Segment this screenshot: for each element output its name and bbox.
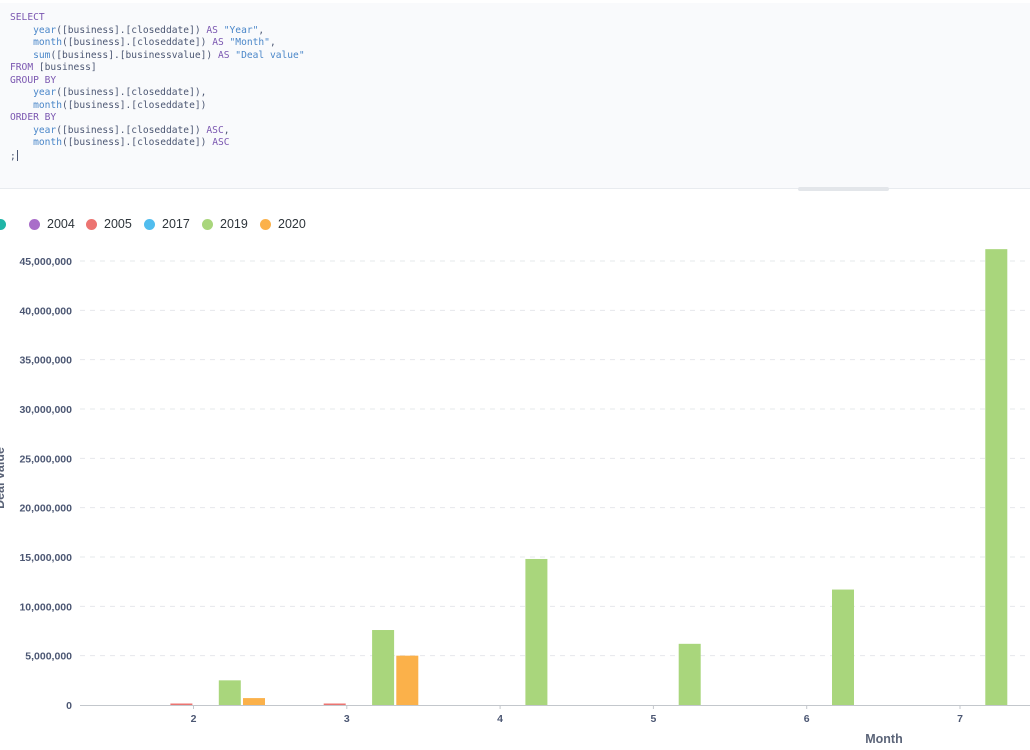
bar: [985, 249, 1007, 705]
bar: [219, 680, 241, 705]
bar: [372, 630, 394, 705]
bar: [525, 559, 547, 705]
bar: [832, 590, 854, 705]
y-axis-title: Deal value: [0, 447, 7, 509]
bar: [679, 644, 701, 705]
y-tick-label: 30,000,000: [19, 404, 72, 416]
x-tick-label: 7: [957, 713, 963, 725]
y-tick-label: 15,000,000: [19, 552, 72, 564]
y-tick-label: 40,000,000: [19, 305, 72, 317]
y-tick-label: 20,000,000: [19, 503, 72, 515]
y-tick-label: 10,000,000: [19, 601, 72, 613]
x-tick-label: 6: [804, 713, 810, 725]
bar-chart: 0 5,000,000 10,000,000 15,000,000 20,000,000…: [0, 0, 1030, 750]
x-tick-label: 4: [497, 713, 503, 725]
bar: [170, 704, 192, 706]
bar: [396, 656, 418, 705]
bar: [243, 698, 265, 705]
y-tick-label: 5,000,000: [25, 651, 72, 663]
y-tick-label: 0: [66, 700, 72, 712]
x-axis-title: Month: [865, 732, 902, 746]
x-tick-label: 2: [191, 713, 197, 725]
y-tick-label: 35,000,000: [19, 355, 72, 367]
bar: [324, 704, 346, 706]
x-tick-label: 5: [650, 713, 656, 725]
y-tick-label: 25,000,000: [19, 453, 72, 465]
y-tick-label: 45,000,000: [19, 256, 72, 268]
x-tick-label: 3: [344, 713, 350, 725]
